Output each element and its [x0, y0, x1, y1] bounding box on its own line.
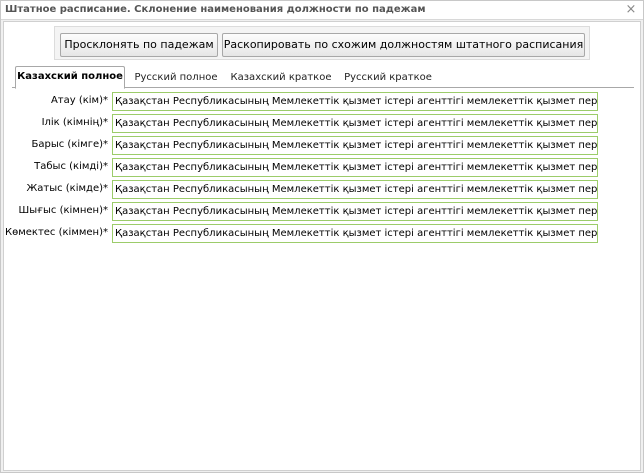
- dative-input[interactable]: Қазақстан Республикасының Мемлекеттік қы…: [112, 136, 598, 155]
- window-title: Штатное расписание. Склонение наименован…: [5, 4, 426, 15]
- form-row-dative: Барыс (кімге)* Қазақстан Республикасының…: [4, 136, 642, 156]
- locative-input[interactable]: Қазақстан Республикасының Мемлекеттік қы…: [112, 180, 598, 199]
- field-label-nominative: Атау (кім)*: [50, 95, 108, 106]
- field-label-dative: Барыс (кімге)*: [31, 139, 108, 150]
- tab-kazakh-full[interactable]: Казахский полное: [15, 66, 125, 89]
- field-label-genitive: Ілік (кімнің)*: [41, 117, 108, 128]
- genitive-input[interactable]: Қазақстан Республикасының Мемлекеттік қы…: [112, 114, 598, 133]
- form-row-ablative: Шығыс (кімнен)* Қазақстан Республикасыны…: [4, 202, 642, 222]
- ablative-input[interactable]: Қазақстан Республикасының Мемлекеттік қы…: [112, 202, 598, 221]
- toolbar: Просклонять по падежам Раскопировать по …: [54, 26, 590, 60]
- dialog-body: Просклонять по падежам Раскопировать по …: [3, 21, 641, 471]
- field-label-instrumental: Көмектес (кіммен)*: [4, 227, 108, 238]
- decline-by-cases-button[interactable]: Просклонять по падежам: [60, 33, 218, 57]
- form-row-instrumental: Көмектес (кіммен)* Қазақстан Республикас…: [4, 224, 642, 244]
- copy-to-similar-positions-button[interactable]: Раскопировать по схожим должностям штатн…: [222, 33, 585, 57]
- tab-russian-full[interactable]: Русский полное: [128, 68, 224, 88]
- nominative-input[interactable]: Қазақстан Республикасының Мемлекеттік қы…: [112, 92, 598, 111]
- language-tabs: Казахский полное Русский полное Казахски…: [12, 66, 634, 89]
- form-row-accusative: Табыс (кімді)* Қазақстан Республикасының…: [4, 158, 642, 178]
- declension-dialog: Штатное расписание. Склонение наименован…: [0, 0, 644, 473]
- tab-russian-short[interactable]: Русский краткое: [338, 68, 438, 88]
- form-row-genitive: Ілік (кімнің)* Қазақстан Республикасының…: [4, 114, 642, 134]
- instrumental-input[interactable]: Қазақстан Республикасының Мемлекеттік қы…: [112, 224, 598, 243]
- form-row-nominative: Атау (кім)* Қазақстан Республикасының Ме…: [4, 92, 642, 112]
- field-label-locative: Жатыс (кімде)*: [26, 183, 108, 194]
- title-bar: Штатное расписание. Склонение наименован…: [1, 1, 643, 20]
- close-icon[interactable]: ×: [624, 3, 638, 17]
- tab-kazakh-short[interactable]: Казахский краткое: [226, 68, 336, 88]
- form-row-locative: Жатыс (кімде)* Қазақстан Республикасының…: [4, 180, 642, 200]
- field-label-ablative: Шығыс (кімнен)*: [18, 205, 108, 216]
- accusative-input[interactable]: Қазақстан Республикасының Мемлекеттік қы…: [112, 158, 598, 177]
- field-label-accusative: Табыс (кімді)*: [34, 161, 108, 172]
